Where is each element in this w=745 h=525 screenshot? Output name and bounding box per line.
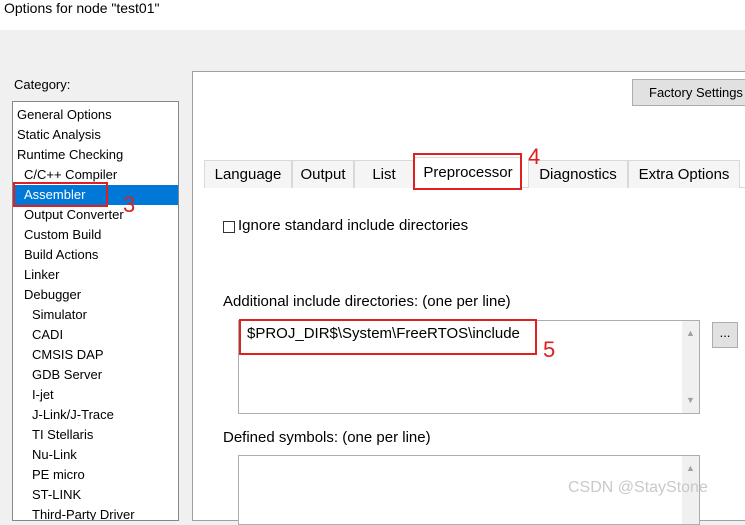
browse-include-button[interactable]: ... xyxy=(712,322,738,348)
tab-list[interactable]: List xyxy=(354,160,414,188)
category-item[interactable]: CMSIS DAP xyxy=(13,345,178,365)
category-item[interactable]: Static Analysis xyxy=(13,125,178,145)
annotation-box-include-path xyxy=(239,319,537,355)
factory-settings-button[interactable]: Factory Settings xyxy=(632,79,745,106)
scroll-down-icon[interactable]: ▼ xyxy=(682,392,699,409)
category-item[interactable]: Simulator xyxy=(13,305,178,325)
title-bar: Options for node "test01" xyxy=(0,0,745,30)
tab-diagnostics[interactable]: Diagnostics xyxy=(528,160,628,188)
category-item[interactable]: GDB Server xyxy=(13,365,178,385)
category-item[interactable]: J-Link/J-Trace xyxy=(13,405,178,425)
tab-extra-options[interactable]: Extra Options xyxy=(628,160,740,188)
category-item[interactable]: I-jet xyxy=(13,385,178,405)
watermark: CSDN @StayStone xyxy=(568,479,708,496)
annotation-number-4: 4 xyxy=(528,144,541,169)
defined-symbols-label: Defined symbols: (one per line) xyxy=(223,429,431,446)
annotation-box-assembler xyxy=(13,182,108,207)
category-label: Category: xyxy=(14,77,71,92)
tab-language[interactable]: Language xyxy=(204,160,292,188)
scroll-up-icon[interactable]: ▲ xyxy=(682,460,699,477)
category-list[interactable]: General Options Static Analysis Runtime Ch… xyxy=(12,101,179,521)
tab-output[interactable]: Output xyxy=(292,160,354,188)
scroll-up-icon[interactable]: ▲ xyxy=(682,325,699,342)
annotation-number-3: 3 xyxy=(123,192,136,217)
category-item[interactable]: CADI xyxy=(13,325,178,345)
category-item[interactable]: Custom Build xyxy=(13,225,178,245)
category-item[interactable]: Debugger xyxy=(13,285,178,305)
category-item[interactable]: Build Actions xyxy=(13,245,178,265)
category-item[interactable]: Output Converter xyxy=(13,205,178,225)
ignore-std-include-checkbox[interactable] xyxy=(223,221,235,233)
annotation-number-5: 5 xyxy=(543,337,556,362)
include-dirs-label: Additional include directories: (one per… xyxy=(223,293,511,310)
category-item[interactable]: TI Stellaris xyxy=(13,425,178,445)
window-title: Options for node "test01" xyxy=(4,0,160,16)
category-item[interactable]: Third-Party Driver xyxy=(13,505,178,520)
category-item[interactable]: Runtime Checking xyxy=(13,145,178,165)
ignore-std-include-label: Ignore standard include directories xyxy=(238,217,469,234)
category-item[interactable]: Nu-Link xyxy=(13,445,178,465)
category-item[interactable]: PE micro xyxy=(13,465,178,485)
category-item[interactable]: Linker xyxy=(13,265,178,285)
category-item[interactable]: General Options xyxy=(13,105,178,125)
category-item[interactable]: ST-LINK xyxy=(13,485,178,505)
include-dirs-scrollbar[interactable]: ▲ ▼ xyxy=(682,321,699,413)
annotation-box-preprocessor-tab xyxy=(413,153,522,190)
